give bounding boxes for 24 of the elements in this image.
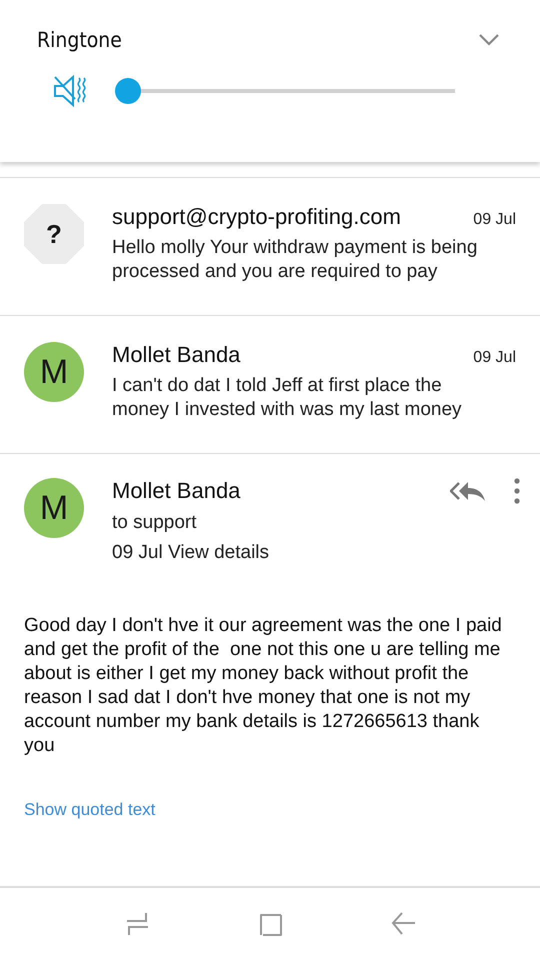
recipient-text: to support xyxy=(112,512,198,534)
avatar: M xyxy=(24,478,84,538)
message-preview: Hello molly Your withdraw payment is being processed and you are required to pay xyxy=(112,236,478,284)
mute-icon[interactable] xyxy=(53,74,87,108)
panel-title: Ringtone xyxy=(37,28,122,52)
back-icon[interactable] xyxy=(390,911,416,937)
view-details-link[interactable]: View details xyxy=(168,542,270,563)
reply-all-icon[interactable] xyxy=(450,480,486,502)
show-quoted-link[interactable]: Show quoted text xyxy=(24,800,156,820)
message-preview: I can't do dat I told Jeff at first place the money I invested with was my last money xyxy=(112,374,463,422)
avatar: ? xyxy=(24,204,84,264)
message-date: 09 Jul View details xyxy=(112,542,270,564)
chevron-down-icon[interactable] xyxy=(478,33,500,47)
message-row[interactable]: ? support@crypto-profiting.com 09 Jul Hello molly Your withdraw payment is being processed and you are required to pay xyxy=(0,178,540,316)
more-options-icon[interactable] xyxy=(514,478,520,504)
message-row[interactable]: M Mollet Banda 09 Jul I can't do dat I told Jeff at first place the money I invested with was my last money xyxy=(0,316,540,454)
sender-name: Mollet Banda xyxy=(112,478,240,504)
message-date: 09 Jul xyxy=(473,211,516,229)
message-body: Good day I don't hve it our agreement was the one I paid and get the profit of the one not this one u are telling me about is either I get my money back without profit the reason I sad dat I don't hve money that one is not my account number my bank details is 1272665613 thank you xyxy=(24,614,503,758)
avatar: M xyxy=(24,342,84,402)
sender-name: Mollet Banda xyxy=(112,342,240,368)
message-date: 09 Jul xyxy=(473,349,516,367)
sender-name: support@crypto-profiting.com xyxy=(112,204,401,230)
slider-thumb[interactable] xyxy=(115,78,141,104)
